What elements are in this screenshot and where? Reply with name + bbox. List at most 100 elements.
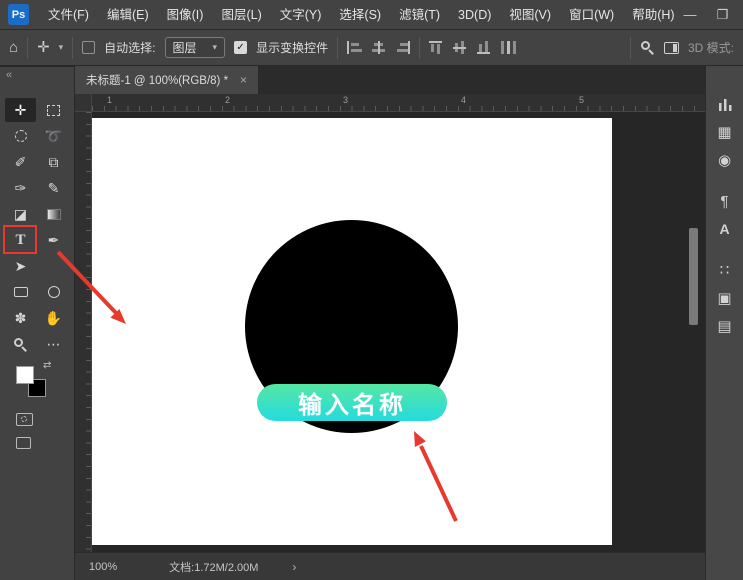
more-tools-button[interactable]: ⋯	[38, 332, 69, 356]
canvas-viewport: 输入名称	[75, 112, 705, 552]
swap-colors-icon[interactable]: ⇄	[43, 360, 51, 371]
character-panel-icon[interactable]: A	[712, 217, 738, 241]
workspace-switcher-icon[interactable]	[664, 42, 679, 54]
quick-selection-tool[interactable]: ✐	[5, 150, 36, 174]
swatch-dots-panel-icon[interactable]: ∷	[712, 258, 738, 282]
tools-panel: « ✛ ➰ ✐ ⧉ ✑ ✎ ◪ T ✒ ➤ ✽ ✋ ⋯ ⇄	[0, 67, 75, 580]
move-tool-preset-icon[interactable]: ✛	[37, 40, 50, 55]
path-selection-tool[interactable]: ➤	[5, 254, 36, 278]
menu-item-select[interactable]: 选择(S)	[330, 0, 390, 30]
move-icon: ✛	[15, 102, 27, 119]
eraser-tool[interactable]: ◪	[5, 202, 36, 226]
tools-footer	[16, 413, 33, 449]
tab-close-icon[interactable]: ×	[240, 73, 247, 87]
rectangular-marquee-tool[interactable]	[38, 98, 69, 122]
horizontal-ruler: 1 2 3 4 5	[92, 94, 705, 112]
frame-panel-icon[interactable]: ▣	[712, 286, 738, 310]
divider	[72, 37, 73, 59]
align-bottom-icon[interactable]	[477, 41, 492, 54]
dropdown-value: 图层	[173, 39, 197, 56]
align-top-icon[interactable]	[429, 41, 444, 54]
zoom-tool[interactable]	[5, 332, 36, 356]
chevron-down-icon: ▾	[213, 42, 218, 53]
menu-item-3d[interactable]: 3D(D)	[449, 0, 500, 30]
elliptical-marquee-tool[interactable]	[5, 124, 36, 148]
custom-shape-icon: ✽	[15, 310, 27, 327]
show-transform-checkbox[interactable]: ✓	[234, 41, 247, 54]
eyedropper-tool[interactable]: ✑	[5, 176, 36, 200]
lasso-icon: ➰	[45, 128, 62, 145]
screen-mode-icon[interactable]	[16, 437, 31, 449]
menu-item-help[interactable]: 帮助(H)	[623, 0, 683, 30]
align-middle-icon[interactable]	[453, 41, 468, 54]
ellipse-shape-tool[interactable]	[38, 280, 69, 304]
paragraph-panel-icon[interactable]: ¶	[712, 189, 738, 213]
brush-tool[interactable]: ✎	[38, 176, 69, 200]
histogram-panel-icon[interactable]	[712, 92, 738, 116]
auto-select-label: 自动选择:	[104, 39, 155, 56]
ruler-corner	[75, 94, 92, 112]
quick-mask-icon[interactable]	[16, 413, 33, 426]
distribute-icon[interactable]	[501, 41, 516, 54]
chevron-down-icon[interactable]: ▾	[59, 42, 64, 53]
vertical-scrollbar[interactable]	[689, 228, 698, 325]
document-size-info: 文档:1.72M/2.00M	[169, 559, 258, 575]
move-tool[interactable]: ✛	[5, 98, 36, 122]
status-expander-icon[interactable]: ›	[292, 560, 296, 574]
minimize-button[interactable]: —	[684, 7, 697, 22]
more-icon: ⋯	[47, 336, 61, 353]
eraser-icon: ◪	[14, 206, 27, 223]
grid-panel-icon[interactable]: ▦	[712, 120, 738, 144]
menu-item-window[interactable]: 窗口(W)	[560, 0, 623, 30]
auto-select-target-dropdown[interactable]: 图层 ▾	[165, 37, 226, 58]
window-controls: — ❐ ×	[684, 7, 743, 23]
align-right-icon[interactable]	[395, 41, 410, 54]
divider	[419, 37, 420, 59]
ruler-row: 1 2 3 4 5	[75, 94, 705, 112]
lasso-tool[interactable]: ➰	[38, 124, 69, 148]
search-icon[interactable]	[640, 40, 655, 55]
menu-item-filter[interactable]: 滤镜(T)	[390, 0, 449, 30]
ruler-number: 3	[343, 95, 348, 105]
menu-item-view[interactable]: 视图(V)	[500, 0, 560, 30]
canvas[interactable]: 输入名称	[92, 118, 612, 545]
gradient-tool[interactable]	[38, 202, 69, 226]
divider	[630, 37, 631, 59]
menu-item-file[interactable]: 文件(F)	[39, 0, 98, 30]
menu-item-edit[interactable]: 编辑(E)	[98, 0, 158, 30]
marquee-icon	[47, 105, 60, 116]
check-icon: ✓	[236, 42, 244, 53]
eyedropper-icon: ✑	[15, 180, 27, 197]
input-name-text: 输入名称	[298, 385, 406, 420]
quick-select-icon: ✐	[15, 154, 27, 171]
hand-tool[interactable]: ✋	[38, 306, 69, 330]
auto-select-checkbox[interactable]	[82, 41, 95, 54]
custom-shape-tool[interactable]: ✽	[5, 306, 36, 330]
document-tab-title: 未标题-1 @ 100%(RGB/8) *	[86, 72, 228, 88]
collapse-tools-icon[interactable]: «	[6, 69, 12, 81]
path-select-icon: ➤	[15, 258, 27, 275]
crop-tool[interactable]: ⧉	[38, 150, 69, 174]
ellipse-marquee-icon	[15, 130, 27, 142]
align-center-h-icon[interactable]	[371, 41, 386, 54]
menu-item-type[interactable]: 文字(Y)	[271, 0, 331, 30]
pen-tool[interactable]: ✒	[38, 228, 69, 252]
zoom-level-field[interactable]: 100%	[89, 561, 117, 573]
right-panel-strip: ▦ ◉ ¶ A ∷ ▣ ▤	[705, 66, 743, 580]
restore-button[interactable]: ❐	[717, 7, 729, 23]
home-icon[interactable]: ⌂	[9, 40, 18, 55]
type-tool-highlight-annotation	[3, 225, 37, 254]
crop-icon: ⧉	[49, 154, 59, 171]
rectangle-shape-tool[interactable]	[5, 280, 36, 304]
list-panel-icon[interactable]: ▤	[712, 314, 738, 338]
ruler-number: 4	[461, 95, 466, 105]
menu-item-image[interactable]: 图像(I)	[158, 0, 213, 30]
vertical-ruler	[75, 112, 92, 552]
menu-item-layer[interactable]: 图层(L)	[212, 0, 270, 30]
pen-icon: ✒	[48, 232, 60, 249]
document-tab[interactable]: 未标题-1 @ 100%(RGB/8) * ×	[75, 66, 258, 94]
sphere-panel-icon[interactable]: ◉	[712, 148, 738, 172]
foreground-color-swatch[interactable]	[16, 366, 34, 384]
align-left-icon[interactable]	[347, 41, 362, 54]
empty-tool-slot	[38, 254, 69, 278]
